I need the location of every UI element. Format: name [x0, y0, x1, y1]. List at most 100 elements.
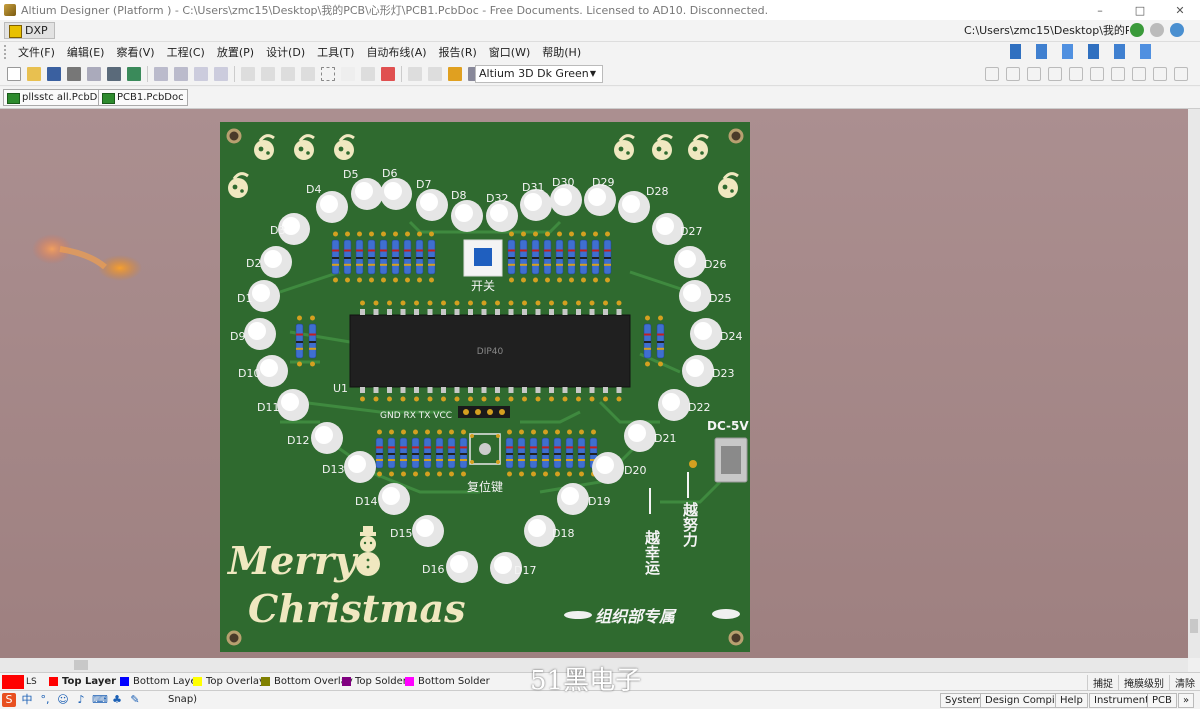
- pcb-panel-button[interactable]: PCB: [1147, 693, 1177, 708]
- pencil-icon[interactable]: [448, 66, 462, 81]
- layer-tab-top-overlay[interactable]: Top Overlay: [193, 675, 265, 689]
- resistor-band: [590, 446, 597, 449]
- layer-tab-bottom-overlay[interactable]: Bottom Overlay: [261, 675, 353, 689]
- place-via-icon[interactable]: [1048, 67, 1062, 81]
- led-label: D8: [451, 189, 466, 202]
- scroll-thumb[interactable]: [1190, 619, 1198, 633]
- toolbar-grip[interactable]: [4, 45, 8, 59]
- view-configuration-select[interactable]: Altium 3D Dk Green ▼: [475, 65, 603, 83]
- chip-pin: [414, 309, 419, 315]
- menu-window[interactable]: 窗口(W): [483, 44, 536, 60]
- voice-icon[interactable]: ♪: [74, 693, 88, 707]
- dxp-menu-button[interactable]: DXP: [4, 22, 55, 39]
- place-polygon-icon[interactable]: [1132, 67, 1146, 81]
- menu-file[interactable]: 文件(F): [12, 44, 61, 60]
- emoji-icon[interactable]: ☺: [56, 693, 70, 707]
- align-tool-icon[interactable]: [1036, 44, 1058, 59]
- home-nav-icon[interactable]: [1170, 23, 1184, 37]
- menu-reports[interactable]: 报告(R): [433, 44, 483, 60]
- restore-button[interactable]: □: [1120, 0, 1160, 20]
- resistor-pad: [425, 471, 430, 477]
- resistor-band: [657, 347, 664, 350]
- place-pad-icon[interactable]: [1069, 67, 1083, 81]
- interactive-route-icon[interactable]: [985, 67, 999, 81]
- cut-icon[interactable]: [241, 66, 255, 81]
- layer-tool-icon[interactable]: [1088, 44, 1110, 59]
- new-file-icon[interactable]: [7, 66, 21, 81]
- layer-tab-bottom-solder[interactable]: Bottom Solder: [405, 675, 490, 689]
- keyboard-icon[interactable]: ⌨: [92, 693, 108, 707]
- move-icon[interactable]: [341, 66, 355, 81]
- redo-icon[interactable]: [428, 66, 442, 81]
- resistor-band: [344, 263, 351, 266]
- chip-pin: [589, 309, 595, 315]
- clear-button[interactable]: 清除: [1169, 674, 1200, 690]
- select-area-icon[interactable]: [321, 66, 335, 81]
- layer-set-button[interactable]: LS: [2, 675, 40, 689]
- vertical-scrollbar[interactable]: [1188, 109, 1200, 658]
- undo-icon[interactable]: [408, 66, 422, 81]
- menu-project[interactable]: 工程(C): [161, 44, 211, 60]
- snap-toggle[interactable]: 捕捉: [1087, 674, 1118, 690]
- more-panels-button[interactable]: »: [1178, 693, 1195, 708]
- search-tool-icon[interactable]: [1062, 44, 1084, 59]
- zoom-selected-icon[interactable]: [194, 66, 208, 81]
- place-component-icon[interactable]: [1174, 67, 1188, 81]
- save-icon[interactable]: [47, 66, 61, 81]
- menu-edit[interactable]: 编辑(E): [61, 44, 111, 60]
- layer-tab-top-layer[interactable]: Top Layer: [49, 675, 116, 689]
- board-tool-icon[interactable]: [1114, 44, 1136, 59]
- led-label: D24: [720, 330, 742, 343]
- menu-place[interactable]: 放置(P): [211, 44, 260, 60]
- punctuation-icon[interactable]: °,: [38, 693, 52, 707]
- forward-nav-icon[interactable]: [1130, 23, 1144, 37]
- place-arc-icon[interactable]: [1090, 67, 1104, 81]
- back-nav-icon[interactable]: [1150, 23, 1164, 37]
- diff-pair-icon[interactable]: [1027, 67, 1041, 81]
- layer-tab-bottom-layer[interactable]: Bottom Layer: [120, 675, 201, 689]
- pcb-board[interactable]: D1 D2 D3 D4 D5 D6 D7 D8 D9 D10 D11 D12 D13 D14 D15 D16 D…: [220, 122, 750, 652]
- 3d-view-icon[interactable]: [107, 66, 121, 81]
- menu-design[interactable]: 设计(D): [260, 44, 311, 60]
- place-fill-icon[interactable]: [1111, 67, 1125, 81]
- chart-tool-icon[interactable]: [1010, 44, 1032, 59]
- skin-icon[interactable]: ♣: [110, 693, 124, 707]
- tools-icon[interactable]: ✎: [128, 693, 142, 707]
- minimize-button[interactable]: –: [1080, 0, 1120, 20]
- menu-autoroute[interactable]: 自动布线(A): [360, 44, 432, 60]
- sogou-ime-icon[interactable]: S: [2, 693, 16, 707]
- mask-level-button[interactable]: 掩膜级别: [1118, 674, 1169, 690]
- copy-icon[interactable]: [261, 66, 275, 81]
- document-path-field[interactable]: C:\Users\zmc15\Desktop\我的P: [964, 22, 1129, 39]
- grid-tool-icon[interactable]: [1140, 44, 1162, 59]
- resistor-pad: [437, 471, 442, 477]
- multi-route-icon[interactable]: [1006, 67, 1020, 81]
- menu-help[interactable]: 帮助(H): [536, 44, 587, 60]
- tab-pllsstc-all[interactable]: pllsstc all.PcbDoc: [3, 89, 113, 106]
- layer-tab-top-solder[interactable]: Top Solder: [342, 675, 407, 689]
- deselect-icon[interactable]: [361, 66, 375, 81]
- chinese-mode-icon[interactable]: 中: [20, 693, 34, 707]
- open-folder-icon[interactable]: [27, 66, 41, 81]
- led-highlight: [662, 393, 680, 411]
- zoom-fit-icon[interactable]: [154, 66, 168, 81]
- print-preview-icon[interactable]: [87, 66, 101, 81]
- close-button[interactable]: ✕: [1160, 0, 1200, 20]
- reset-actuator: [479, 443, 491, 455]
- clear-filter-icon[interactable]: [381, 66, 395, 81]
- place-string-icon[interactable]: [1153, 67, 1167, 81]
- resistor-pad: [310, 361, 315, 367]
- print-icon[interactable]: [67, 66, 81, 81]
- paste-icon[interactable]: [281, 66, 295, 81]
- pcb-view-icon[interactable]: [127, 66, 141, 81]
- zoom-area-icon[interactable]: [174, 66, 188, 81]
- menu-view[interactable]: 察看(V): [110, 44, 160, 60]
- zoom-filter-icon[interactable]: [214, 66, 228, 81]
- menu-tools[interactable]: 工具(T): [311, 44, 360, 60]
- rubber-stamp-icon[interactable]: [301, 66, 315, 81]
- scroll-thumb[interactable]: [74, 660, 88, 670]
- help-panel-button[interactable]: Help: [1055, 693, 1088, 708]
- tab-pcb1[interactable]: PCB1.PcbDoc: [98, 89, 188, 106]
- resistor-band: [356, 263, 363, 266]
- led-label: D15: [390, 527, 412, 540]
